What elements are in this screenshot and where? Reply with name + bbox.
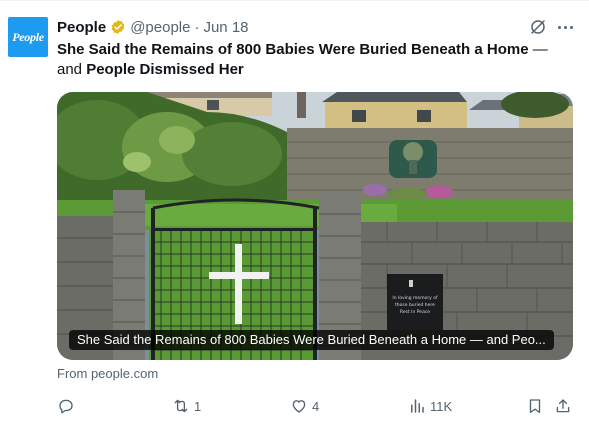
- reply-button[interactable]: [57, 395, 79, 417]
- like-count: 4: [312, 398, 320, 414]
- card-image: In loving memory of those buried here Re…: [57, 92, 573, 360]
- svg-text:Rest In Peace: Rest In Peace: [400, 309, 430, 315]
- top-divider: [0, 0, 589, 1]
- tweet-text-headline: She Said the Remains of 800 Babies Were …: [57, 41, 529, 58]
- like-button[interactable]: 4: [290, 395, 319, 417]
- avatar-logo-text: People: [12, 29, 44, 44]
- author-handle[interactable]: @people: [130, 19, 190, 36]
- link-card[interactable]: In loving memory of those buried here Re…: [57, 92, 573, 360]
- repost-icon: [174, 399, 188, 413]
- views-count: 11K: [430, 398, 453, 414]
- card-caption: She Said the Remains of 800 Babies Were …: [69, 330, 554, 350]
- svg-text:those buried here: those buried here: [395, 302, 435, 308]
- tweet-header: People @people · Jun 18: [57, 17, 249, 37]
- repost-button[interactable]: 1: [172, 395, 201, 417]
- verified-badge-icon[interactable]: [110, 19, 126, 35]
- views-icon: [411, 399, 424, 413]
- share-icon: [556, 399, 570, 413]
- header-separator: ·: [194, 18, 200, 36]
- more-icon[interactable]: [555, 18, 575, 36]
- views-button[interactable]: 11K: [408, 395, 452, 417]
- reply-icon: [59, 399, 73, 414]
- bookmark-button[interactable]: [526, 395, 544, 417]
- repost-count: 1: [194, 398, 202, 414]
- action-bar: 1 4 11K: [57, 395, 577, 417]
- like-icon: [292, 400, 306, 413]
- svg-text:In loving memory of: In loving memory of: [392, 295, 438, 301]
- tweet-text-tail: People Dismissed Her: [86, 61, 244, 78]
- tweet-date[interactable]: Jun 18: [203, 19, 248, 36]
- share-button[interactable]: [554, 395, 572, 417]
- card-source[interactable]: From people.com: [57, 366, 158, 381]
- tweet-text: She Said the Remains of 800 Babies Were …: [57, 40, 572, 80]
- bookmark-icon: [529, 399, 541, 414]
- avatar[interactable]: People: [8, 17, 48, 57]
- author-name[interactable]: People: [57, 19, 106, 36]
- grok-icon[interactable]: [529, 18, 547, 36]
